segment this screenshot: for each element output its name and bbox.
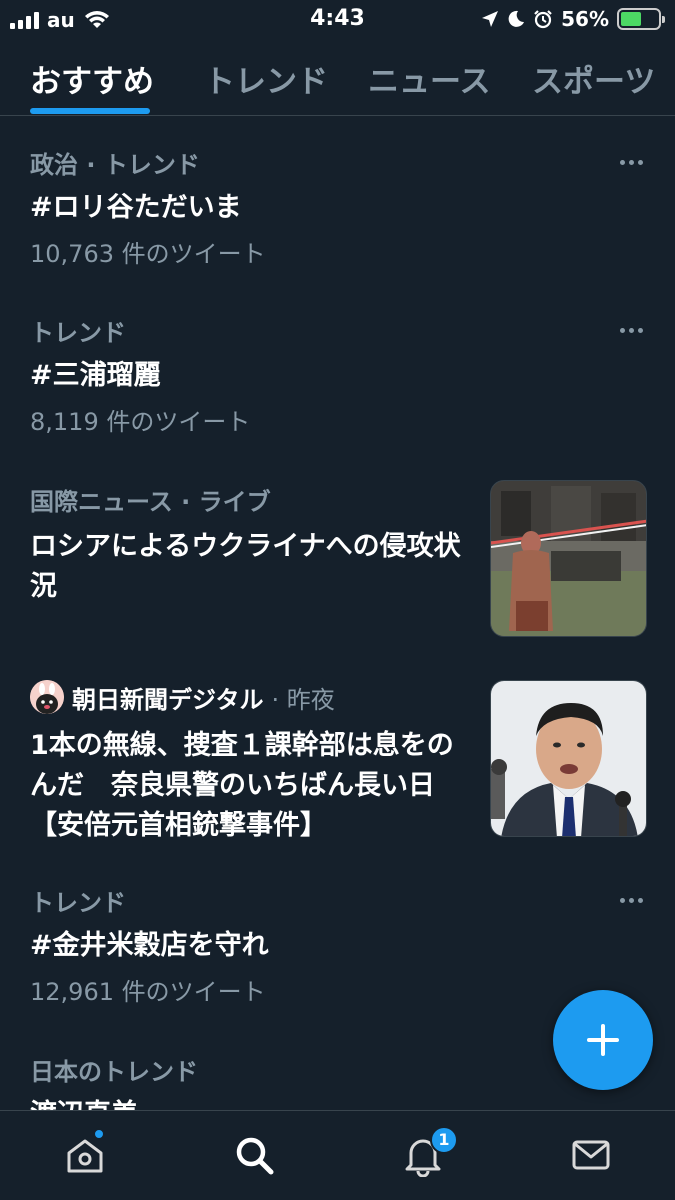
search-icon[interactable] — [232, 1133, 276, 1177]
more-icon[interactable] — [620, 160, 643, 165]
moon-icon — [508, 10, 525, 27]
active-tab-indicator — [30, 108, 150, 114]
tab-trends[interactable]: トレンド — [204, 56, 328, 101]
location-arrow-icon — [482, 11, 499, 27]
news-item[interactable]: 朝日新聞デジタル · 昨夜 1本の無線、捜査１課幹部は息をのんだ 奈良県警のいち… — [30, 680, 480, 846]
tab-sports[interactable]: スポーツ — [532, 56, 655, 101]
news-time: · 昨夜 — [271, 685, 335, 714]
trend-item[interactable]: トレンド #金井米穀店を守れ 12,961 件のツイート — [30, 883, 610, 1007]
alarm-icon — [534, 10, 552, 29]
battery-percent: 56% — [561, 7, 609, 31]
compose-button[interactable] — [553, 990, 653, 1090]
news-source-row: 朝日新聞デジタル · 昨夜 — [30, 680, 480, 714]
bottom-nav: 1 — [0, 1110, 675, 1200]
news-thumbnail-image — [490, 680, 647, 837]
trend-title: #三浦瑠麗 — [30, 360, 161, 391]
home-notification-dot — [93, 1128, 105, 1140]
source-avatar — [30, 680, 64, 714]
news-title: 1本の無線、捜査１課幹部は息をのんだ 奈良県警のいちばん長い日【安倍元首相銃撃事… — [30, 730, 454, 841]
more-icon[interactable] — [620, 328, 643, 333]
news-item[interactable]: 国際ニュース · ライブ ロシアによるウクライナへの侵攻状況 — [30, 482, 470, 607]
trend-category: トレンド — [30, 889, 126, 917]
battery-icon — [617, 8, 665, 30]
news-source-name[interactable]: 朝日新聞デジタル — [72, 680, 264, 715]
notifications-badge: 1 — [430, 1126, 458, 1154]
status-right: 56% — [481, 7, 665, 31]
more-icon[interactable] — [620, 898, 643, 903]
mail-icon[interactable] — [569, 1133, 613, 1177]
trend-category: 政治 · トレンド — [30, 151, 200, 179]
trend-item[interactable]: 政治 · トレンド #ロリ谷ただいま 10,763 件のツイート — [30, 145, 610, 269]
news-category: 国際ニュース · ライブ — [30, 488, 271, 516]
trend-tweet-count: 10,763 件のツイート — [30, 240, 266, 268]
news-title: ロシアによるウクライナへの侵攻状況 — [30, 531, 461, 602]
status-bar: au 4:43 56% — [0, 0, 675, 40]
trend-title: #ロリ谷ただいま — [30, 192, 242, 223]
trend-title: #金井米穀店を守れ — [30, 930, 269, 961]
trend-category: トレンド — [30, 319, 126, 347]
trend-category: 日本のトレンド — [30, 1058, 198, 1086]
compose-plus-icon — [587, 1024, 619, 1056]
trend-tweet-count: 12,961 件のツイート — [30, 978, 266, 1006]
tab-recommended[interactable]: おすすめ — [30, 56, 154, 101]
trend-item[interactable]: トレンド #三浦瑠麗 8,119 件のツイート — [30, 313, 610, 437]
tab-news[interactable]: ニュース — [368, 56, 490, 101]
news-thumbnail-image — [490, 480, 647, 637]
explore-tabs: おすすめ トレンド ニュース スポーツ — [0, 48, 675, 116]
trend-tweet-count: 8,119 件のツイート — [30, 408, 251, 436]
